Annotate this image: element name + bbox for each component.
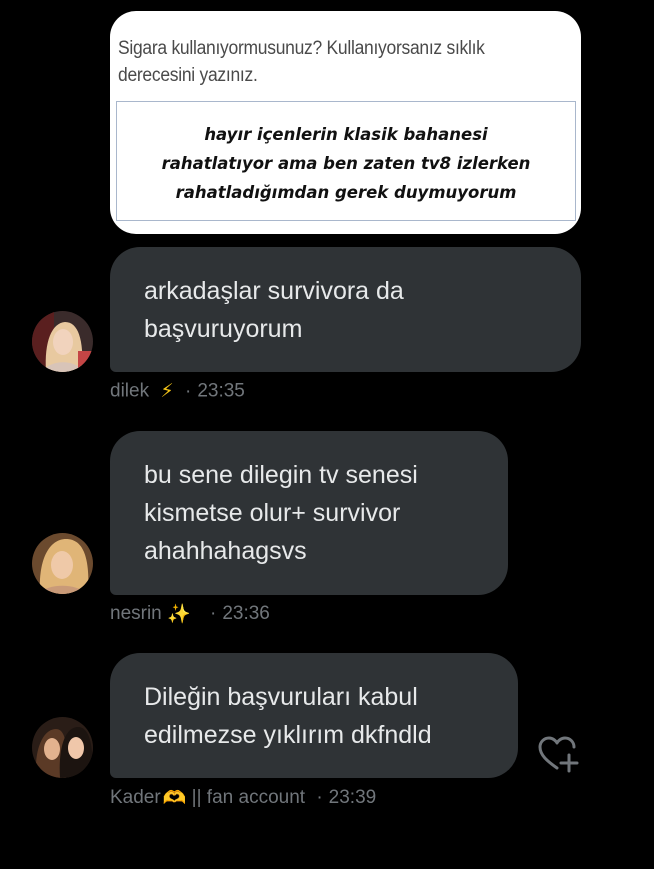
dm-conversation: Sigara kullanıyormusunuz? Kullanıyorsanı… (0, 0, 654, 869)
form-answer-line: rahatladığımdan gerek duymuyorum (175, 183, 517, 202)
message-line: bu sene dilegin tv senesi (144, 461, 418, 489)
avatar[interactable] (32, 311, 93, 372)
message-line: arkadaşlar survivora da (144, 277, 404, 305)
timestamp: 23:36 (222, 603, 270, 624)
avatar[interactable] (32, 717, 93, 778)
separator: · (209, 603, 217, 624)
timestamp: 23:35 (197, 380, 245, 402)
separator: · (184, 380, 192, 402)
form-answer-line: rahatlatıyor ama ben zaten tv8 izlerken (161, 154, 531, 173)
message-line: kismetse olur+ survivor (144, 499, 401, 527)
form-answer-text: hayır içenlerin klasik bahanesi rahatlat… (117, 120, 575, 207)
separator: · (316, 787, 323, 808)
sender-name[interactable]: nesrin (110, 603, 162, 624)
heart-add-icon[interactable] (537, 735, 581, 775)
sparkles-emoji: ✨ (167, 604, 191, 625)
sender-suffix: || fan account (191, 787, 306, 808)
message-bubble[interactable]: bu sene dilegin tv senesi kismetse olur+… (110, 431, 508, 595)
message-line: başvuruyorum (144, 315, 303, 343)
message-bubble[interactable]: Dileğin başvuruları kabul edilmezse yıkl… (110, 653, 518, 778)
message-meta: nesrin ✨ · 23:36 (110, 602, 270, 626)
message-line: Dileğin başvuruları kabul (144, 683, 418, 711)
message-line: ahahhahagsvs (144, 537, 307, 565)
heart-hands-emoji: 🫶 (162, 788, 187, 809)
image-message[interactable]: Sigara kullanıyormusunuz? Kullanıyorsanı… (110, 11, 581, 234)
lightning-emoji: ⚡ (160, 381, 174, 402)
message-line: edilmezse yıklırım dkfndld (144, 721, 432, 749)
message-bubble[interactable]: arkadaşlar survivora da başvuruyorum (110, 247, 581, 372)
timestamp: 23:39 (328, 787, 377, 808)
message-meta: Kader 🫶 || fan account · 23:39 (110, 786, 376, 810)
form-answer-line: hayır içenlerin klasik bahanesi (204, 125, 488, 144)
message-meta: dilek ⚡ · 23:35 (110, 380, 245, 403)
avatar[interactable] (32, 533, 93, 594)
sender-name[interactable]: Kader (110, 787, 161, 808)
sender-name[interactable]: dilek (110, 381, 149, 402)
form-question-text: Sigara kullanıyormusunuz? Kullanıyorsanı… (118, 38, 485, 86)
form-answer-box: hayır içenlerin klasik bahanesi rahatlat… (116, 101, 576, 221)
